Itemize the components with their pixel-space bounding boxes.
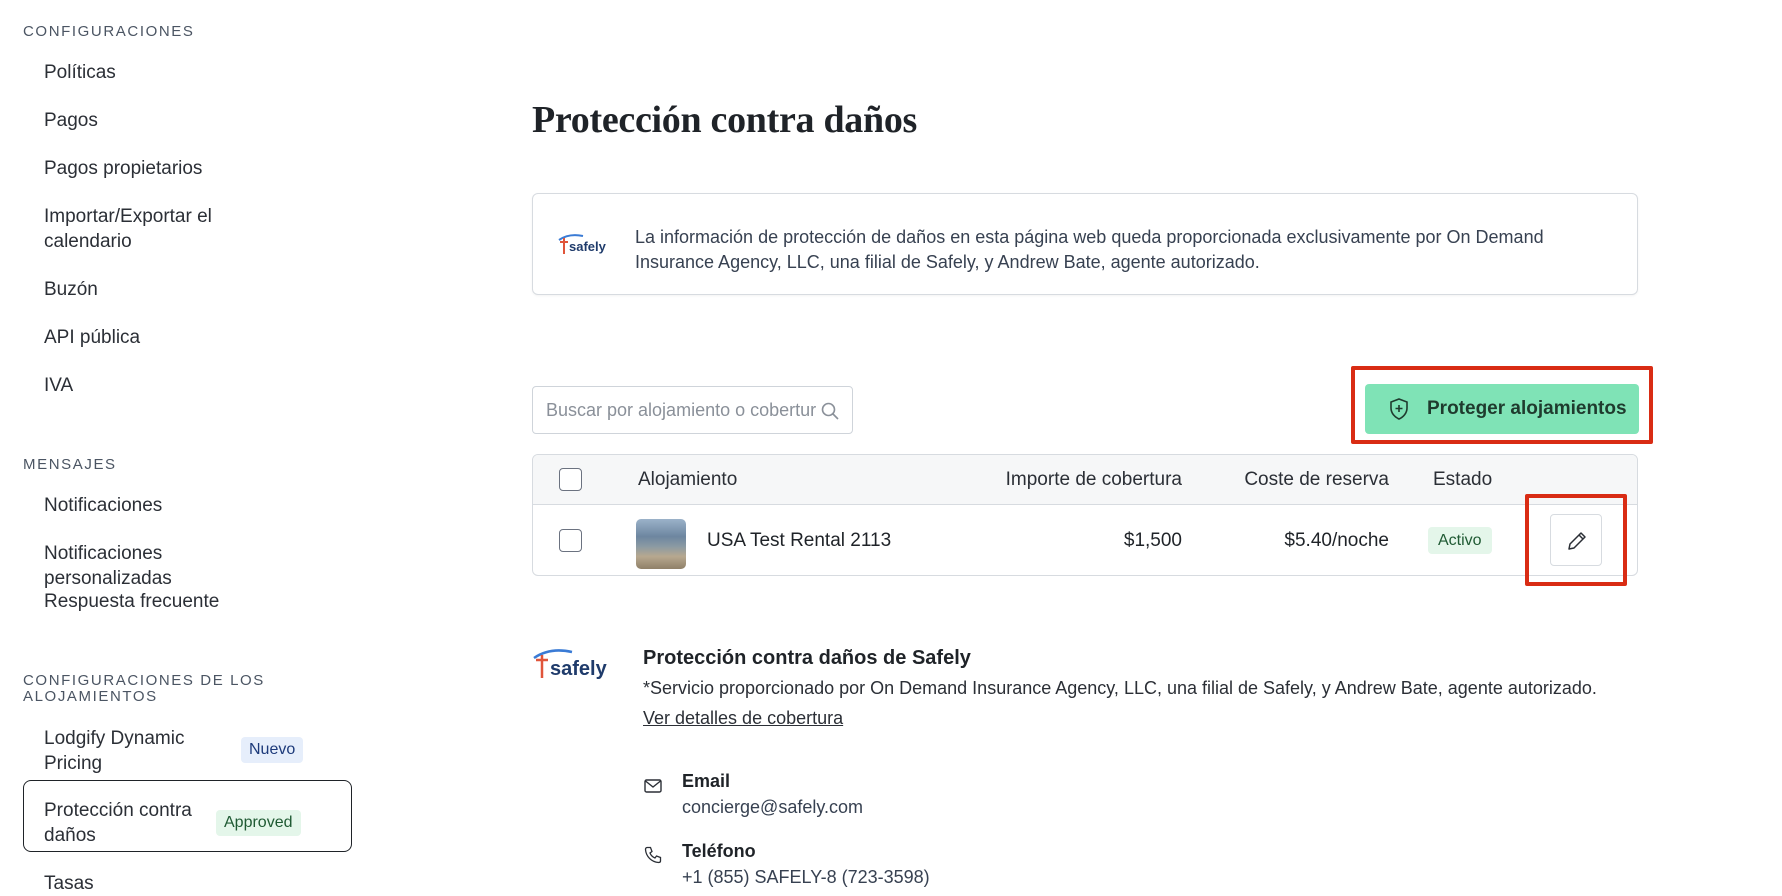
- properties-table: Alojamiento Importe de cobertura Coste d…: [532, 454, 1638, 576]
- protect-properties-button[interactable]: Proteger alojamientos: [1365, 384, 1639, 434]
- sidebar-item-label: Lodgify Dynamic Pricing: [44, 728, 185, 774]
- sidebar-item-label: Protección contra daños: [44, 800, 192, 846]
- header-estado[interactable]: Estado: [1433, 470, 1492, 490]
- coverage-amount: $1,500: [1123, 530, 1182, 551]
- sidebar-item-notificaciones-personalizadas[interactable]: Notificaciones personalizadas: [44, 541, 294, 591]
- header-alojamiento[interactable]: Alojamiento: [638, 470, 737, 490]
- sidebar-item-iva[interactable]: IVA: [44, 373, 294, 398]
- info-text: La información de protección de daños en…: [635, 227, 1544, 272]
- header-coste-reserva[interactable]: Coste de reserva: [1244, 470, 1389, 490]
- sidebar-item-buzon[interactable]: Buzón: [44, 277, 294, 302]
- search-box[interactable]: [532, 386, 853, 434]
- new-badge: Nuevo: [241, 737, 304, 763]
- section-title-configuraciones: CONFIGURACIONES: [23, 23, 195, 40]
- safely-logo-text: safely: [550, 658, 608, 680]
- info-notice: safely La información de protección de d…: [532, 193, 1638, 295]
- sidebar-item-api-publica[interactable]: API pública: [44, 325, 294, 350]
- sidebar-item-importar-exportar[interactable]: Importar/Exportar el calendario: [44, 204, 254, 254]
- settings-sidebar: CONFIGURACIONES Políticas Pagos Pagos pr…: [0, 0, 360, 896]
- section-title-mensajes: MENSAJES: [23, 456, 117, 473]
- sidebar-item-tasas[interactable]: Tasas: [44, 871, 294, 896]
- edit-button[interactable]: [1550, 514, 1602, 566]
- page-title: Protección contra daños: [532, 99, 918, 141]
- booking-cost: $5.40/noche: [1284, 530, 1389, 551]
- safely-logo-icon: safely: [533, 649, 608, 680]
- search-input[interactable]: [546, 387, 816, 433]
- sidebar-item-dynamic-pricing[interactable]: Lodgify Dynamic Pricing: [44, 726, 204, 776]
- section-title-configuraciones-alojamientos: CONFIGURACIONES DE LOS ALOJAMIENTOS: [23, 672, 265, 705]
- sidebar-item-pagos[interactable]: Pagos: [44, 108, 294, 133]
- sidebar-item-pagos-propietarios[interactable]: Pagos propietarios: [44, 156, 294, 181]
- mail-icon: [644, 779, 662, 793]
- protect-button-label: Proteger alojamientos: [1427, 398, 1627, 419]
- sidebar-item-notificaciones[interactable]: Notificaciones: [44, 493, 294, 518]
- safely-description: *Servicio proporcionado por On Demand In…: [643, 678, 1597, 698]
- property-name[interactable]: USA Test Rental 2113: [707, 531, 891, 551]
- safely-logo-text: safely: [569, 239, 607, 254]
- table-row[interactable]: USA Test Rental 2113 $1,500 $5.40/noche …: [533, 505, 1637, 575]
- select-all-checkbox[interactable]: [559, 468, 582, 491]
- coverage-details-link[interactable]: Ver detalles de cobertura: [643, 708, 843, 729]
- phone-label: Teléfono: [682, 841, 756, 861]
- phone-value: +1 (855) SAFELY-8 (723-3598): [682, 867, 930, 887]
- sidebar-item-politicas[interactable]: Políticas: [44, 60, 294, 85]
- sidebar-item-proteccion[interactable]: Protección contra daños: [44, 798, 214, 848]
- approved-badge: Approved: [216, 810, 301, 836]
- search-icon[interactable]: [820, 401, 840, 421]
- phone-icon: [644, 846, 662, 864]
- email-label: Email: [682, 771, 731, 791]
- status-badge: Activo: [1428, 527, 1492, 554]
- email-value: concierge@safely.com: [682, 797, 864, 817]
- header-importe-cobertura[interactable]: Importe de cobertura: [1006, 470, 1182, 490]
- safely-logo-icon: safely: [558, 234, 607, 254]
- row-checkbox[interactable]: [559, 529, 582, 552]
- safely-section-title: Protección contra daños de Safely: [643, 647, 971, 669]
- property-thumbnail: [636, 519, 686, 569]
- table-header: Alojamiento Importe de cobertura Coste d…: [533, 455, 1637, 505]
- sidebar-item-respuesta-frecuente[interactable]: Respuesta frecuente: [44, 589, 294, 614]
- shield-plus-icon: [1390, 398, 1408, 420]
- pencil-icon: [1568, 532, 1586, 550]
